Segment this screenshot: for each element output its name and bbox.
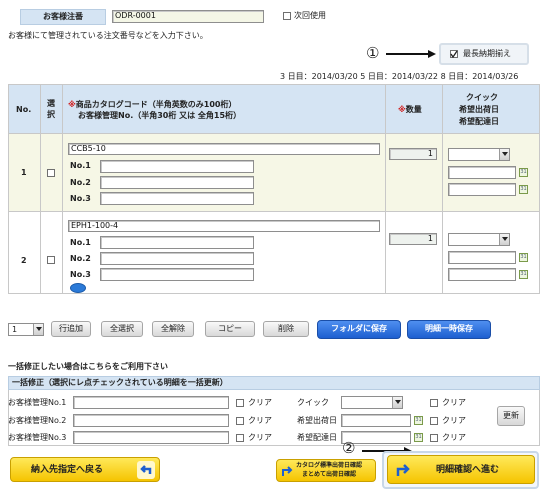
bulk-clear-label: クリア [248, 433, 272, 442]
annotation-1: ① [366, 44, 380, 62]
deliver-date-input[interactable] [448, 268, 516, 281]
quick-select[interactable] [448, 233, 510, 246]
row-count-select[interactable]: 1 [8, 323, 44, 336]
mgmt-no3-label: No.3 [70, 270, 91, 279]
bulk-ship-clear-label: クリア [442, 416, 466, 425]
bulk-title: 一括修正（選択にレ点チェックされている明細を一括更新） [8, 376, 540, 390]
bulk-deliver-label: 希望配達日 [297, 433, 337, 442]
bulk-field-input[interactable] [73, 431, 229, 444]
bulk-quick-label: クイック [297, 398, 329, 407]
bulk-deliver-clear-label: クリア [442, 433, 466, 442]
bulk-ship-label: 希望出荷日 [297, 416, 337, 425]
mgmt-no3-input[interactable] [100, 268, 254, 281]
mgmt-no1-input[interactable] [100, 160, 254, 173]
deadline-align-checkbox[interactable] [450, 50, 458, 58]
bulk-field-input[interactable] [73, 396, 229, 409]
bulk-ship-clear-checkbox[interactable] [430, 417, 438, 425]
col-no: No. [16, 105, 32, 114]
col-qty: ※数量 [398, 105, 422, 114]
copy-button[interactable]: コピー [205, 321, 255, 337]
calendar-icon[interactable]: 31 [414, 433, 423, 442]
mgmt-no3-label: No.3 [70, 194, 91, 203]
bulk-clear-label: クリア [248, 416, 272, 425]
row-select-checkbox[interactable] [47, 256, 55, 264]
next-use-label: 次回使用 [294, 11, 326, 20]
col-select: 選 択 [47, 99, 55, 119]
mgmt-no2-label: No.2 [70, 178, 91, 187]
ship-date-input[interactable] [448, 166, 516, 179]
mgmt-no1-input[interactable] [100, 236, 254, 249]
col-catalog-2: お客様管理No.（半角30桁 又は 全角15桁） [78, 111, 242, 120]
bulk-clear-checkbox[interactable] [236, 399, 244, 407]
col-catalog-1: ※商品カタログコード（半角英数のみ100桁） [68, 100, 237, 109]
bulk-update-button[interactable]: 更新 [497, 406, 525, 426]
bulk-quick-clear-checkbox[interactable] [430, 399, 438, 407]
mgmt-no2-label: No.2 [70, 254, 91, 263]
bulk-ship-input[interactable] [341, 414, 411, 427]
bulk-quick-clear-label: クリア [442, 398, 466, 407]
bulk-field-label: お客様管理No.1 [8, 398, 67, 407]
quantity-input[interactable]: 1 [389, 233, 437, 245]
date-legend: 3 日目：2014/03/20 5 日目：2014/03/22 8 日目：201… [280, 72, 519, 81]
ship-date-input[interactable] [448, 251, 516, 264]
mgmt-no1-label: No.1 [70, 161, 91, 170]
arrow-right-icon [386, 50, 436, 58]
mgmt-no3-input[interactable] [100, 192, 254, 205]
col-quick-1: クイック [466, 93, 498, 102]
bulk-quick-select[interactable] [341, 396, 403, 409]
bulk-field-label: お客様管理No.3 [8, 433, 67, 442]
row-number: 1 [21, 168, 27, 177]
calendar-icon[interactable]: 31 [519, 270, 528, 279]
row-select-checkbox[interactable] [47, 169, 55, 177]
mgmt-no2-input[interactable] [100, 252, 254, 265]
quantity-input[interactable]: 1 [389, 148, 437, 160]
delete-button[interactable]: 削除 [263, 321, 309, 337]
catalog-code-input[interactable]: CCB5-10 [68, 143, 380, 155]
calendar-icon[interactable]: 31 [519, 168, 528, 177]
col-quick-2: 希望出荷日 [459, 105, 499, 114]
calendar-icon[interactable]: 31 [519, 185, 528, 194]
deadline-align-label: 最長納期揃え [463, 49, 511, 58]
speech-bubble-icon[interactable] [70, 283, 86, 293]
mgmt-no1-label: No.1 [70, 238, 91, 247]
bulk-intro: 一括修正したい場合はこちらをご利用下さい [8, 362, 168, 371]
deselect-all-button[interactable]: 全解除 [152, 321, 194, 337]
bulk-field-input[interactable] [73, 414, 229, 427]
order-number-label: お客様注番 [20, 9, 106, 25]
catalog-code-input[interactable]: EPH1-100-4 [68, 220, 380, 232]
annotation-2: ② [342, 439, 356, 457]
bulk-deliver-clear-checkbox[interactable] [430, 434, 438, 442]
forward-arrow-icon [280, 463, 294, 481]
save-folder-button[interactable]: フォルダに保存 [317, 320, 401, 339]
select-all-button[interactable]: 全選択 [101, 321, 143, 337]
bulk-clear-checkbox[interactable] [236, 434, 244, 442]
quick-select[interactable] [448, 148, 510, 161]
deliver-date-input[interactable] [448, 183, 516, 196]
bulk-clear-label: クリア [248, 398, 272, 407]
order-hint: お客様にて管理されている注文番号などを入力下さい。 [8, 31, 208, 40]
temp-save-button[interactable]: 明細一時保存 [407, 320, 491, 339]
next-use-checkbox[interactable] [283, 12, 291, 20]
order-number-input[interactable]: ODR-0001 [112, 10, 264, 23]
back-button[interactable]: 納入先指定へ戻る [10, 457, 160, 482]
mgmt-no2-input[interactable] [100, 176, 254, 189]
row-number: 2 [21, 256, 27, 265]
forward-arrow-icon [394, 460, 412, 482]
bulk-field-label: お客様管理No.2 [8, 416, 67, 425]
calendar-icon[interactable]: 31 [519, 253, 528, 262]
catalog-ship-check-button[interactable]: カタログ標準出荷日確認 まとめて出荷日確認 [276, 459, 376, 482]
bulk-clear-checkbox[interactable] [236, 417, 244, 425]
back-arrow-icon [137, 461, 155, 479]
add-row-button[interactable]: 行追加 [51, 321, 91, 337]
calendar-icon[interactable]: 31 [414, 416, 423, 425]
col-quick-3: 希望配達日 [459, 117, 499, 126]
next-button[interactable]: 明細確認へ進む [387, 455, 535, 484]
